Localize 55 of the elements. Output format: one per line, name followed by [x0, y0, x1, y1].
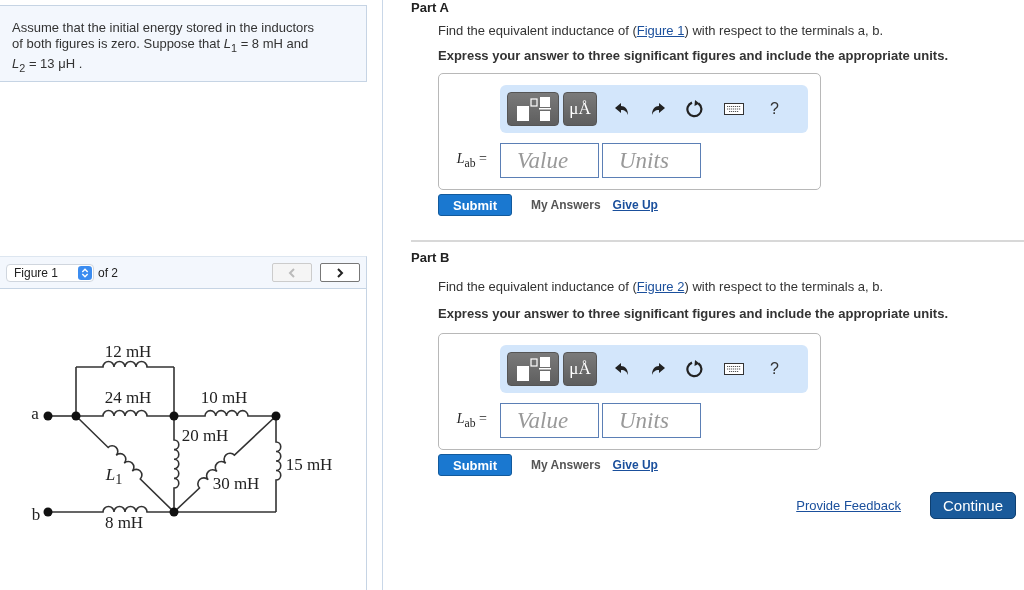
inductor-label: 20 mH	[181, 426, 229, 444]
help-button[interactable]: ?	[770, 100, 779, 118]
inductor-label: L$_{1}$	[105, 465, 123, 487]
undo-icon[interactable]	[614, 362, 630, 376]
help-button[interactable]: ?	[770, 360, 779, 378]
redo-icon[interactable]	[650, 362, 666, 376]
undo-icon[interactable]	[614, 102, 630, 116]
inductor-label: 15 mH	[285, 455, 333, 473]
inductor-label: 12 mH	[104, 342, 152, 360]
my-answers-link[interactable]: My Answers	[531, 458, 601, 472]
keyboard-icon[interactable]	[724, 103, 744, 115]
submit-button[interactable]: Submit	[438, 194, 512, 216]
figure-link[interactable]: Figure 1	[636, 23, 685, 38]
figure-count: of 2	[98, 265, 119, 280]
question-text: Find the equivalent inductance of (Figure 1) with respect to the terminals a, b.	[438, 23, 885, 39]
inductor-label: 8 mH	[104, 513, 144, 531]
template-button[interactable]	[507, 92, 559, 126]
units-field[interactable]: Units	[602, 143, 701, 178]
instruction-text: Express your answer to three significant figures and include the appropriate units.	[438, 306, 949, 322]
problem-text: Assume that the initial energy stored in the inductors of both figures is zero. Suppose that L$_{1}$ = 8 mH and L$_{2}$ = 13 μH .	[12, 20, 316, 76]
reset-icon[interactable]	[686, 100, 704, 118]
submit-button[interactable]: Submit	[438, 454, 512, 476]
my-answers-link[interactable]: My Answers	[531, 198, 601, 212]
variable-label: L$_{ab}$ =	[455, 151, 488, 170]
units-button[interactable]: μÅ	[563, 352, 597, 386]
give-up-link[interactable]: Give Up	[612, 198, 658, 212]
template-button[interactable]	[507, 352, 559, 386]
part-title: Part A	[411, 0, 450, 16]
keyboard-icon[interactable]	[724, 363, 744, 375]
reset-icon[interactable]	[686, 360, 704, 378]
next-button[interactable]	[320, 263, 360, 282]
fraction-template-icon	[515, 357, 551, 381]
spinner-icon	[78, 265, 92, 280]
inductor-label: 30 mH	[212, 474, 260, 492]
inductor-label: 24 mH	[104, 388, 152, 406]
give-up-link[interactable]: Give Up	[612, 458, 658, 472]
figure-select[interactable]: Figure 1	[6, 263, 94, 282]
part-title: Part B	[411, 250, 451, 266]
terminal-label: a	[31, 404, 39, 422]
value-field[interactable]: Value	[500, 403, 599, 438]
continue-button[interactable]: Continue	[930, 492, 1016, 519]
units-button[interactable]: μÅ	[563, 92, 597, 126]
variable-label: L$_{ab}$ =	[455, 411, 488, 430]
value-field[interactable]: Value	[500, 143, 599, 178]
feedback-link[interactable]: Provide Feedback	[796, 498, 901, 513]
terminal-label: b	[31, 505, 41, 523]
units-field[interactable]: Units	[602, 403, 701, 438]
chevron-left-icon	[288, 267, 296, 278]
inductor-label: 10 mH	[200, 388, 248, 406]
redo-icon[interactable]	[650, 102, 666, 116]
question-text: Find the equivalent inductance of (Figure 2) with respect to the terminals a, b.	[438, 279, 885, 295]
fraction-template-icon	[515, 97, 551, 121]
instruction-text: Express your answer to three significant figures and include the appropriate units.	[438, 48, 949, 64]
chevron-right-icon	[336, 267, 344, 278]
figure-link[interactable]: Figure 2	[636, 279, 685, 294]
